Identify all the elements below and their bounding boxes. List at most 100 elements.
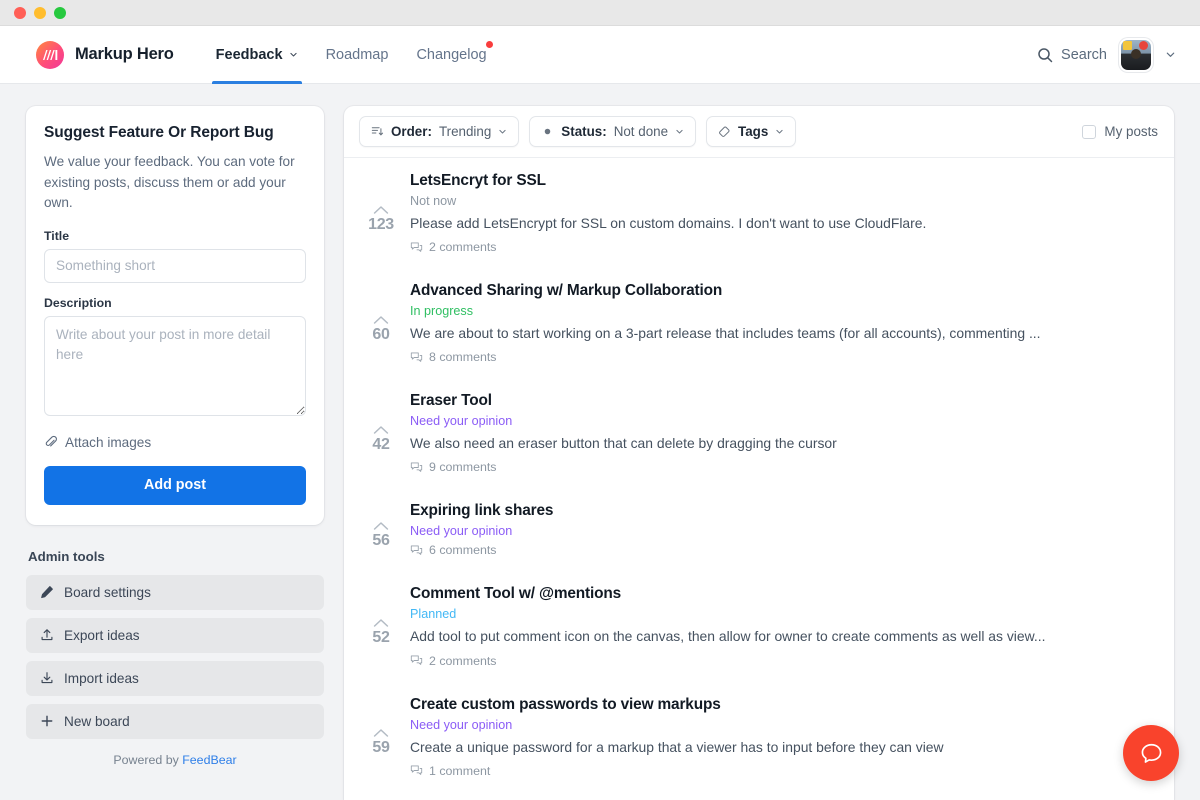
- my-posts-toggle[interactable]: My posts: [1082, 124, 1158, 139]
- upload-icon: [41, 629, 53, 641]
- status-badge: Not now: [410, 194, 457, 208]
- admin-item-new-board[interactable]: New board: [26, 703, 324, 739]
- nav-tab-feedback[interactable]: Feedback: [202, 26, 312, 84]
- my-posts-checkbox[interactable]: [1082, 124, 1097, 139]
- post-comments-label: 6 comments: [429, 543, 497, 558]
- upvote-count: 60: [372, 325, 390, 343]
- upvote-button[interactable]: 52: [352, 585, 410, 667]
- post-title[interactable]: Create custom passwords to view markups: [410, 696, 1154, 714]
- status-filter-value: Not done: [613, 124, 669, 139]
- chat-bubble-icon: [1141, 743, 1161, 763]
- post-body: Comment Tool w/ @mentions Planned Add tool…: [410, 585, 1154, 667]
- status-badge: Need your opinion: [410, 414, 513, 429]
- nav-right-group: Search: [1037, 39, 1176, 70]
- window-zoom-button[interactable]: [54, 6, 66, 19]
- order-filter-value: Trending: [438, 124, 492, 139]
- avatar-face: [1131, 48, 1141, 59]
- chevron-down-icon: [289, 52, 297, 57]
- chevron-up-icon: [373, 729, 389, 737]
- add-post-button[interactable]: Add post: [44, 465, 306, 505]
- nav-tab-roadmap-label: Roadmap: [325, 46, 389, 63]
- nav-tab-roadmap[interactable]: Roadmap: [312, 26, 403, 84]
- upvote-button[interactable]: 42: [352, 392, 410, 474]
- post-comments[interactable]: 1 comment: [410, 764, 1154, 778]
- attach-images-button[interactable]: Attach images: [44, 435, 306, 450]
- post-comments-label: 9 comments: [429, 460, 497, 475]
- title-input[interactable]: [44, 248, 306, 283]
- nav-tab-feedback-label: Feedback: [215, 46, 283, 63]
- upvote-count: 59: [372, 739, 390, 757]
- post-comments[interactable]: 8 comments: [410, 350, 1154, 364]
- post-title[interactable]: Comment Tool w/ @mentions: [410, 585, 1154, 603]
- app-window: Markup Hero Feedback Roadmap Changelog S…: [0, 0, 1200, 800]
- window-minimize-button[interactable]: [34, 6, 46, 19]
- post-description: Create a unique password for a markup th…: [410, 738, 944, 755]
- nav-tab-changelog[interactable]: Changelog: [402, 26, 500, 84]
- post-title[interactable]: Advanced Sharing w/ Markup Collaboration: [410, 282, 1154, 300]
- brand[interactable]: Markup Hero: [36, 40, 174, 69]
- pencil-icon: [41, 586, 53, 599]
- help-widget-button[interactable]: [1123, 725, 1179, 781]
- chevron-down-icon: [499, 129, 506, 134]
- post-title[interactable]: Expiring link shares: [410, 502, 1154, 520]
- description-input[interactable]: [44, 315, 306, 416]
- post-body: Eraser Tool Need your opinion We also need…: [410, 392, 1154, 474]
- post-item[interactable]: 42 Eraser Tool Need your opinion We also ne…: [344, 378, 1174, 488]
- sort-icon: [371, 127, 384, 136]
- attach-images-label: Attach images: [65, 434, 152, 450]
- status-badge: In progress: [410, 304, 473, 319]
- tags-filter-button[interactable]: Tags: [706, 116, 797, 147]
- upvote-button[interactable]: 59: [352, 696, 410, 778]
- brand-name: Markup Hero: [75, 45, 174, 63]
- post-body: Create custom passwords to view markups N…: [410, 696, 1154, 778]
- post-comments[interactable]: 2 comments: [410, 240, 1154, 254]
- order-filter-button[interactable]: Order: Trending: [359, 116, 520, 147]
- upvote-button[interactable]: 60: [352, 282, 410, 364]
- main-content: Order: Trending Status: Not done Tags My…: [344, 106, 1174, 800]
- post-item[interactable]: 59 Create custom passwords to view markup…: [344, 682, 1174, 792]
- window-titlebar: [0, 0, 1200, 26]
- comments-icon: [410, 765, 423, 776]
- window-close-button[interactable]: [14, 6, 26, 19]
- paperclip-icon: [45, 436, 57, 447]
- post-comments[interactable]: 2 comments: [410, 654, 1154, 668]
- admin-item-label: Board settings: [64, 584, 151, 600]
- suggest-feature-card: Suggest Feature Or Report Bug We value y…: [26, 106, 324, 525]
- feedbear-link[interactable]: FeedBear: [182, 753, 236, 767]
- admin-item-import-ideas[interactable]: Import ideas: [26, 660, 324, 696]
- tag-icon: [719, 126, 730, 137]
- post-title[interactable]: Eraser Tool: [410, 392, 1154, 410]
- post-title[interactable]: LetsEncryt for SSL: [410, 172, 1154, 190]
- upvote-button[interactable]: 56: [352, 502, 410, 557]
- post-comments[interactable]: 9 comments: [410, 460, 1154, 474]
- nav-tabs: Feedback Roadmap Changelog: [202, 26, 501, 84]
- search-icon: [1038, 47, 1053, 62]
- chevron-down-icon: [776, 129, 783, 134]
- order-filter-prefix: Order:: [391, 124, 432, 139]
- post-item[interactable]: 52 Comment Tool w/ @mentions Planned Add to…: [344, 571, 1174, 681]
- status-filter-button[interactable]: Status: Not done: [529, 116, 697, 147]
- admin-item-board-settings[interactable]: Board settings: [26, 574, 324, 610]
- sidebar: Suggest Feature Or Report Bug We value y…: [26, 106, 324, 800]
- upvote-count: 56: [372, 532, 390, 550]
- account-chevron-down-icon[interactable]: [1165, 49, 1176, 60]
- admin-item-label: Export ideas: [64, 627, 140, 643]
- post-item[interactable]: 123 LetsEncryt for SSL Not now Please add L…: [344, 158, 1174, 268]
- comments-icon: [410, 545, 423, 555]
- admin-item-export-ideas[interactable]: Export ideas: [26, 617, 324, 653]
- upvote-count: 42: [372, 435, 390, 453]
- post-comments-label: 2 comments: [429, 653, 497, 668]
- post-comments[interactable]: 6 comments: [410, 543, 1154, 557]
- markup-hero-logo-icon: [36, 40, 64, 69]
- admin-item-label: Import ideas: [64, 670, 139, 686]
- upvote-button[interactable]: 123: [352, 172, 410, 254]
- chevron-up-icon: [373, 522, 389, 531]
- post-item[interactable]: 56 Expiring link shares Need your opinion 6…: [344, 488, 1174, 571]
- post-item[interactable]: 60 Advanced Sharing w/ Markup Collaborati…: [344, 268, 1174, 378]
- avatar[interactable]: [1121, 39, 1151, 70]
- filter-bar: Order: Trending Status: Not done Tags My…: [344, 106, 1174, 158]
- status-filter-prefix: Status:: [561, 124, 607, 139]
- top-navigation: Markup Hero Feedback Roadmap Changelog S…: [0, 26, 1200, 84]
- search-button[interactable]: Search: [1037, 47, 1107, 63]
- comments-icon: [410, 352, 423, 362]
